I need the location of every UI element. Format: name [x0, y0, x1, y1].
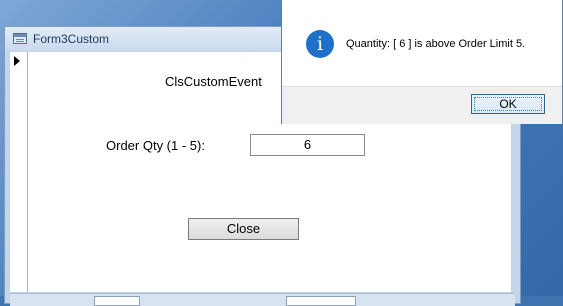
form-heading: ClsCustomEvent [165, 74, 262, 89]
record-number-box[interactable] [94, 296, 140, 306]
message-box: i Quantity: [ 6 ] is above Order Limit 5… [281, 0, 563, 124]
order-qty-label: Order Qty (1 - 5): [106, 138, 205, 153]
record-selector[interactable] [10, 52, 28, 292]
current-record-arrow-icon [14, 56, 20, 66]
form-icon [13, 33, 27, 44]
info-icon: i [306, 30, 334, 58]
close-button[interactable]: Close [188, 218, 299, 240]
form-title: Form3Custom [33, 32, 110, 46]
order-qty-input[interactable]: 6 [250, 134, 365, 156]
message-text: Quantity: [ 6 ] is above Order Limit 5. [346, 38, 526, 50]
ok-button[interactable]: OK [471, 94, 545, 114]
search-box[interactable] [286, 296, 356, 306]
record-navigation-bar [10, 293, 515, 306]
